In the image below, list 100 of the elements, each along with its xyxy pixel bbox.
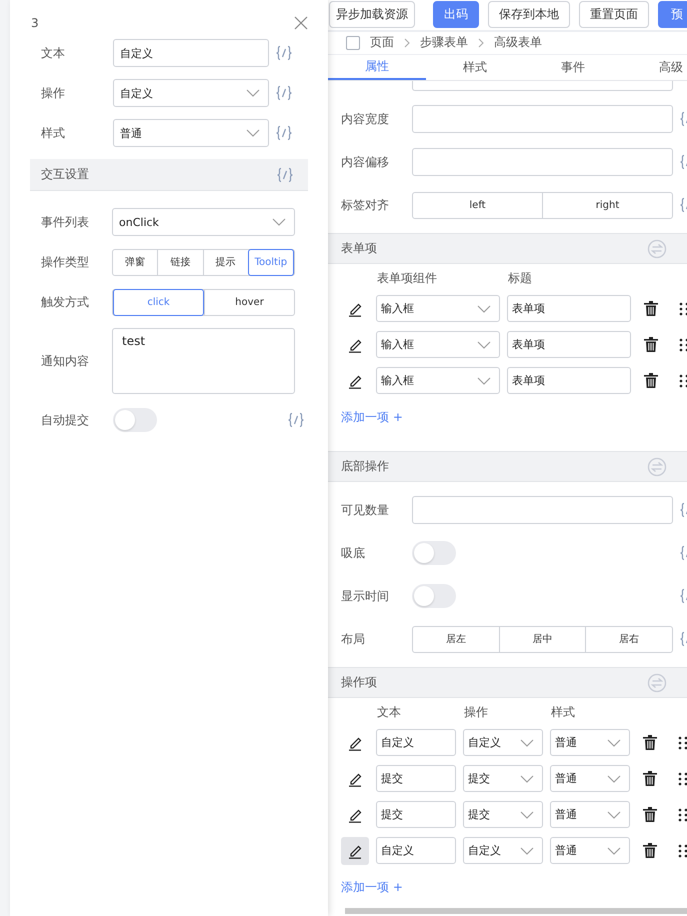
code-icon[interactable]: [275, 125, 293, 141]
drag-handle-icon[interactable]: [679, 374, 687, 388]
close-icon[interactable]: [294, 16, 308, 30]
drag-handle-icon[interactable]: [679, 302, 687, 316]
swap-icon[interactable]: [647, 672, 667, 692]
input-field[interactable]: 自定义: [376, 729, 456, 756]
drag-handle-icon[interactable]: [678, 772, 687, 786]
input-field[interactable]: [412, 148, 673, 176]
select-field[interactable]: 自定义: [113, 79, 269, 107]
edit-button[interactable]: [341, 836, 369, 864]
breadcrumb-item[interactable]: 页面: [370, 34, 394, 52]
segment-option[interactable]: hover: [204, 288, 294, 316]
input-field[interactable]: 表单项: [507, 295, 631, 322]
trash-icon[interactable]: [644, 373, 658, 388]
section-title: 表单项: [341, 240, 377, 257]
field-label: 触发方式: [41, 294, 90, 310]
tab[interactable]: 事件: [524, 55, 622, 80]
code-icon[interactable]: [275, 85, 293, 101]
chevron-down-icon: [477, 376, 491, 384]
toolbar-button[interactable]: 预: [658, 1, 687, 28]
chevron-down-icon: [246, 89, 260, 97]
input-field[interactable]: [412, 81, 673, 91]
toolbar-button[interactable]: 异步加载资源: [329, 1, 415, 28]
input-field[interactable]: 自定义: [376, 837, 456, 864]
segment-option[interactable]: click: [113, 288, 204, 316]
tab[interactable]: 样式: [426, 55, 524, 80]
input-field[interactable]: 提交: [376, 765, 456, 792]
column-header: 标题: [507, 270, 533, 286]
toggle-switch[interactable]: [412, 584, 456, 608]
toggle-switch[interactable]: [412, 541, 456, 565]
text-area[interactable]: test: [112, 328, 295, 394]
chevron-right-icon: [404, 38, 410, 48]
select-field[interactable]: 自定义: [463, 729, 543, 756]
segment-option[interactable]: 链接: [157, 248, 202, 276]
segment-option[interactable]: right: [542, 192, 672, 218]
segment-option[interactable]: 提示: [202, 248, 248, 276]
chevron-down-icon: [520, 846, 534, 854]
select-field[interactable]: 普通: [550, 729, 630, 756]
panel-title: 3: [31, 16, 39, 30]
select-field[interactable]: 提交: [463, 765, 543, 792]
select-field[interactable]: 输入框: [376, 367, 500, 394]
drag-handle-icon[interactable]: [678, 736, 687, 750]
select-field[interactable]: 提交: [463, 801, 543, 828]
segment-option[interactable]: 居左: [413, 626, 499, 652]
select-field[interactable]: 普通: [550, 801, 630, 828]
breadcrumb-item[interactable]: 高级表单: [494, 34, 542, 52]
drag-handle-icon[interactable]: [679, 338, 687, 352]
drag-handle-icon[interactable]: [678, 844, 687, 858]
breadcrumb-item[interactable]: 步骤表单: [420, 34, 468, 52]
drag-handle-icon[interactable]: [678, 808, 687, 822]
trash-icon[interactable]: [643, 771, 657, 786]
select-field[interactable]: 输入框: [376, 331, 500, 358]
toolbar-button[interactable]: 保存到本地: [488, 1, 570, 28]
scrollbar[interactable]: [345, 908, 687, 914]
tab[interactable]: 属性: [328, 55, 426, 80]
add-item-link[interactable]: 添加一项 +: [341, 879, 403, 896]
select-field[interactable]: 普通: [113, 119, 269, 147]
swap-icon[interactable]: [647, 456, 667, 476]
toolbar-button[interactable]: 出码: [433, 1, 479, 28]
field-label: 通知内容: [41, 352, 90, 370]
chevron-down-icon: [607, 774, 621, 782]
toggle-switch[interactable]: [113, 408, 157, 432]
chevron-down-icon: [246, 129, 260, 137]
input-field[interactable]: [412, 105, 673, 133]
chevron-right-icon: [478, 38, 484, 48]
input-field[interactable]: 表单项: [507, 367, 631, 394]
segment-option[interactable]: 弹窗: [113, 248, 158, 276]
segment-option[interactable]: Tooltip: [248, 248, 294, 276]
trash-icon[interactable]: [644, 301, 658, 316]
trash-icon[interactable]: [643, 735, 657, 750]
chevron-down-icon: [272, 218, 286, 226]
input-field[interactable]: 提交: [376, 801, 456, 828]
select-field[interactable]: 普通: [550, 837, 630, 864]
input-field[interactable]: [412, 496, 673, 524]
trash-icon[interactable]: [643, 843, 657, 858]
checkbox-icon[interactable]: [346, 36, 360, 50]
field-label: 标签对齐: [341, 196, 390, 214]
segment-option[interactable]: 居中: [498, 626, 586, 652]
toolbar-button[interactable]: 重置页面: [579, 1, 649, 28]
segment-option[interactable]: 居右: [585, 626, 672, 652]
field-label: 显示时间: [341, 588, 390, 604]
input-field[interactable]: 自定义: [113, 39, 269, 67]
code-icon[interactable]: [287, 412, 305, 428]
select-field[interactable]: 输入框: [376, 295, 500, 322]
column-header: 操作: [463, 704, 489, 720]
tab[interactable]: 高级: [622, 55, 687, 80]
select-field[interactable]: 自定义: [463, 837, 543, 864]
code-icon[interactable]: [276, 166, 294, 182]
field-label: 吸底: [341, 544, 366, 562]
field-label: 操作类型: [41, 254, 90, 270]
swap-icon[interactable]: [647, 238, 667, 258]
trash-icon[interactable]: [644, 337, 658, 352]
segment-option[interactable]: left: [413, 192, 542, 218]
trash-icon[interactable]: [643, 807, 657, 822]
add-item-link[interactable]: 添加一项 +: [341, 409, 403, 426]
select-field[interactable]: onClick: [112, 208, 295, 236]
input-field[interactable]: 表单项: [507, 331, 631, 358]
code-icon[interactable]: [275, 45, 293, 61]
chevron-down-icon: [477, 304, 491, 312]
select-field[interactable]: 普通: [550, 765, 630, 792]
